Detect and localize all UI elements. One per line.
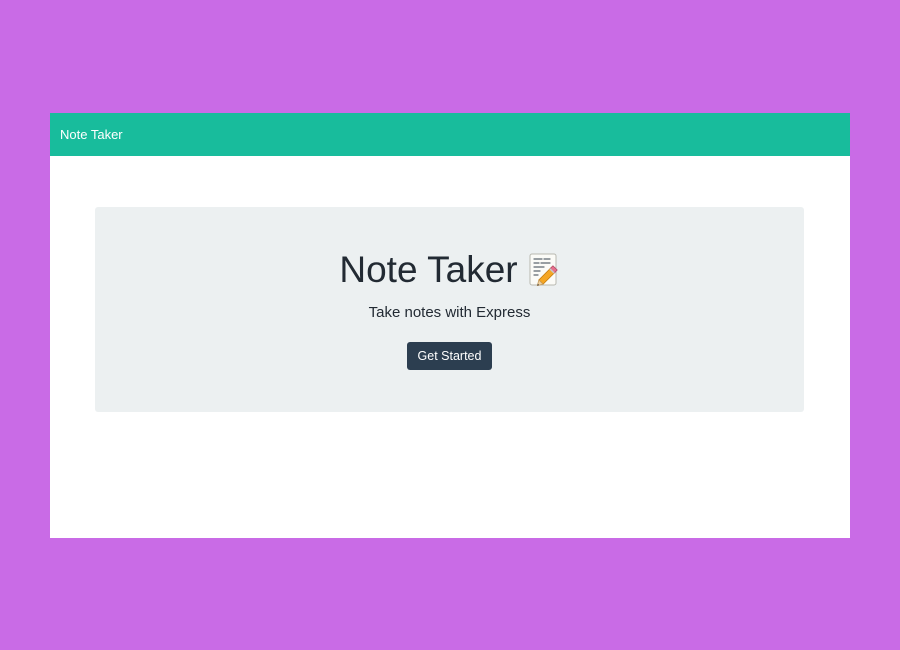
browser-page: Note Taker Note Taker Take notes with Ex… — [50, 113, 850, 538]
hero-title-row: Note Taker — [95, 250, 804, 290]
page-title: Note Taker — [339, 249, 518, 290]
navbar-brand[interactable]: Note Taker — [60, 127, 123, 142]
memo-pencil-icon — [528, 253, 560, 287]
navbar: Note Taker — [50, 113, 850, 156]
get-started-button[interactable]: Get Started — [406, 342, 493, 370]
hero-jumbotron: Note Taker Take notes with Express Get S… — [95, 207, 804, 412]
hero-subtitle: Take notes with Express — [368, 304, 531, 321]
